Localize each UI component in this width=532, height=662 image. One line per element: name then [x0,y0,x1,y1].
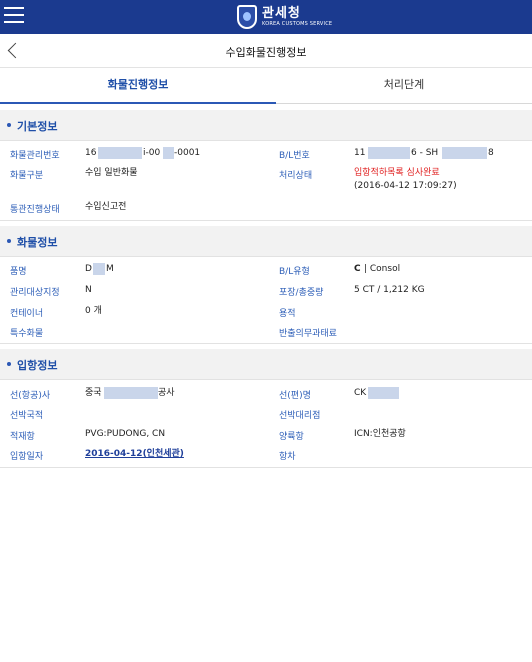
panel-port: 선(항공)사 중국 공사 선(편)명 CK 선박국적 선박대리점 적재항 PVG… [0,379,532,468]
bl-no-part-3: 8 [488,148,494,158]
bl-type-label: B/L유형 [279,267,310,277]
carrier-label: 선(항공)사 [10,391,51,401]
logo-title: 관세청 [262,6,301,21]
fee-label: 반출의무과태료 [279,329,337,339]
cargo-no-part-1: 16 [85,148,97,158]
bullet-icon [7,123,11,127]
agent-label: 선박대리점 [279,411,321,421]
bl-no-label: B/L번호 [279,151,310,161]
vessel-label: 선(편)명 [279,391,311,401]
redacted-block [442,147,487,159]
bullet-icon [7,239,11,243]
status-time: (2016-04-12 17:09:27) [354,181,457,191]
special-label: 특수화물 [10,329,44,339]
arrival-date-label: 입항일자 [10,452,44,462]
redacted-block [163,147,174,159]
menu-icon[interactable] [4,7,24,25]
bl-no-part-1: 11 [354,148,366,158]
status-value: 입항적하목록 심사완료 [354,168,440,178]
redacted-block [98,147,142,159]
clearance-label: 통관진행상태 [10,205,60,215]
bullet-icon [7,362,11,366]
unloading-port-label: 양륙항 [279,432,304,442]
cargo-no-part-3: -0001 [174,148,201,158]
tab-process-steps[interactable]: 처리단계 [276,68,532,104]
panel-basic: 화물관리번호 16 i-00 -0001 B/L번호 11 6 - SH 8 화… [0,140,532,221]
container-value: 0 개 [85,306,102,316]
section-basic-header: 기본정보 [0,110,532,140]
emblem-icon [237,5,257,29]
unloading-port-value: ICN:인천공항 [354,429,406,439]
section-cargo-header: 화물정보 [0,226,532,256]
carrier-part-2: 공사 [158,388,175,398]
package-label: 포장/총중량 [279,288,324,298]
tab-bar: 화물진행정보 처리단계 [0,68,532,104]
vessel-value: CK [354,388,367,398]
title-bar: 수입화물진행정보 [0,34,532,68]
loading-port-label: 적재항 [10,432,35,442]
customs-logo[interactable]: 관세청 KOREA CUSTOMS SERVICE [237,3,332,31]
section-port-title: 입항정보 [17,359,58,372]
section-basic-title: 기본정보 [17,120,58,133]
bl-type-code: C [354,264,361,274]
clearance-value: 수입신고전 [85,202,127,212]
cargo-no-part-2: i-00 [143,148,161,158]
redacted-block [93,263,105,275]
item-label: 품명 [10,267,27,277]
redacted-block [104,387,158,399]
loading-port-value: PVG:PUDONG, CN [85,429,166,439]
status-label: 처리상태 [279,171,313,181]
logo-subtitle: KOREA CUSTOMS SERVICE [262,21,333,27]
bl-type-text: | Consol [364,264,401,274]
app-header: 관세청 KOREA CUSTOMS SERVICE [0,0,532,34]
section-port-header: 입항정보 [0,349,532,379]
item-part-1: D [85,264,92,274]
redacted-block [368,387,399,399]
cargo-type-value: 수입 일반화물 [85,168,138,178]
volume-label: 용적 [279,309,296,319]
panel-cargo: 품명 D M B/L유형 C | Consol 관리대상지정 N 포장/총중량 … [0,256,532,344]
nationality-label: 선박국적 [10,411,44,421]
redacted-block [368,147,410,159]
page-title: 수입화물진행정보 [225,46,307,59]
carrier-part-1: 중국 [85,388,102,398]
voyage-label: 항차 [279,452,296,462]
arrival-date-link[interactable]: 2016-04-12(인천세관) [85,448,184,460]
cargo-no-label: 화물관리번호 [10,151,60,161]
managed-value: N [85,285,92,295]
item-part-2: M [106,264,114,274]
bl-no-part-2: 6 - SH [411,148,439,158]
section-cargo-title: 화물정보 [17,236,58,249]
tab-cargo-progress[interactable]: 화물진행정보 [0,68,276,104]
cargo-type-label: 화물구분 [10,171,44,181]
package-value: 5 CT / 1,212 KG [354,285,425,295]
managed-label: 관리대상지정 [10,288,60,298]
container-label: 컨테이너 [10,309,44,319]
